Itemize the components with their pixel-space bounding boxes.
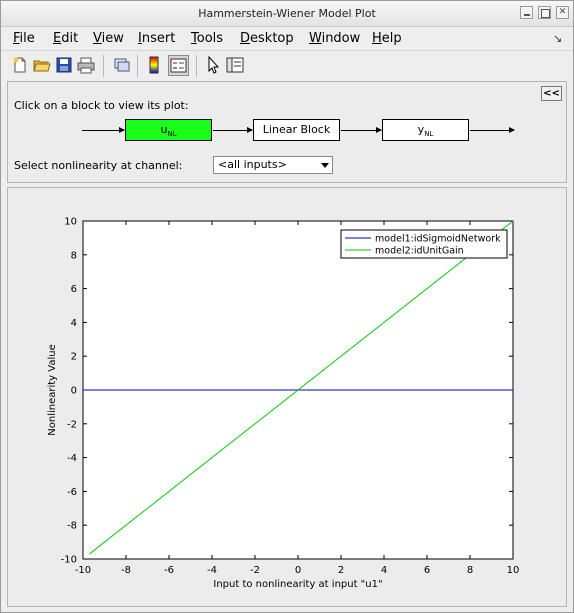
collapse-panel-button[interactable]: << [541, 86, 562, 101]
window-title: Hammerstein-Wiener Model Plot [198, 7, 376, 20]
x-tick-label: -8 [121, 565, 131, 576]
colorbar-icon[interactable] [145, 56, 163, 74]
input-nonlinearity-block[interactable]: uNL [125, 119, 212, 141]
chevron-down-icon [321, 163, 329, 168]
y-tick-label: 0 [71, 386, 77, 397]
property-editor-icon[interactable] [226, 56, 244, 74]
menu-edit[interactable]: Edit [53, 31, 78, 46]
x-tick-label: -6 [164, 565, 174, 576]
menu-view[interactable]: View [93, 31, 124, 46]
x-tick-label: 2 [338, 565, 344, 576]
x-tick-label: -10 [75, 565, 91, 576]
toolbar-separator [196, 55, 197, 77]
menu-tools[interactable]: Tools [191, 31, 223, 46]
print-icon[interactable] [77, 56, 95, 74]
figure-window: Hammerstein-Wiener Model Plot ✕ File Edi… [0, 0, 574, 613]
y-tick-label: -10 [61, 555, 77, 566]
y-tick-label: 2 [71, 352, 77, 363]
open-file-icon[interactable] [33, 56, 51, 74]
connector-arrow [213, 127, 253, 133]
connector-arrow [341, 127, 382, 133]
block-selector-panel: << Click on a block to view its plot: uN… [7, 81, 567, 183]
y-tick-label: -6 [67, 487, 77, 498]
x-axis-label: Input to nonlinearity at input "u1" [213, 579, 382, 590]
x-tick-label: 4 [381, 565, 387, 576]
menu-help[interactable]: Help [372, 31, 402, 46]
nonlinearity-chart[interactable]: -10 -8 -6 -4 -2 0 2 4 6 8 10 10 8 6 4 2 0 -2 -4 -6 -8 -10 Inpu… [8, 188, 568, 608]
close-button[interactable]: ✕ [556, 6, 569, 19]
toolbar [1, 50, 573, 80]
legend-entry-1: model1:idSigmoidNetwork [375, 234, 501, 245]
y-tick-label: 8 [71, 250, 77, 261]
output-nonlinearity-block[interactable]: yNL [382, 119, 469, 141]
x-tick-label: 0 [295, 565, 301, 576]
channel-select-value: <all inputs> [218, 158, 287, 171]
save-icon[interactable] [55, 56, 73, 74]
menu-file[interactable]: File [13, 31, 35, 46]
channel-select[interactable]: <all inputs> [213, 156, 333, 174]
y-axis-label: Nonlinearity Value [47, 344, 58, 435]
y-tick-label: -2 [67, 419, 77, 430]
input-arrow [82, 127, 125, 133]
new-figure-icon[interactable] [11, 56, 29, 74]
x-tick-label: 6 [424, 565, 430, 576]
minimize-button[interactable] [520, 6, 533, 19]
channel-select-label: Select nonlinearity at channel: [14, 159, 183, 172]
linear-block[interactable]: Linear Block [253, 119, 340, 141]
plot-area: -10 -8 -6 -4 -2 0 2 4 6 8 10 10 8 6 4 2 0 -2 -4 -6 -8 -10 Inpu… [7, 187, 567, 607]
dock-arrow-icon[interactable]: ↘ [553, 32, 562, 45]
title-bar[interactable]: Hammerstein-Wiener Model Plot ✕ [1, 1, 573, 27]
output-arrow [470, 127, 515, 133]
select-arrow-icon[interactable] [204, 56, 222, 74]
x-tick-label: -2 [250, 565, 260, 576]
menu-insert[interactable]: Insert [138, 31, 175, 46]
legend-icon[interactable] [168, 55, 189, 76]
menu-desktop[interactable]: Desktop [240, 31, 294, 46]
x-tick-label: -4 [207, 565, 217, 576]
maximize-button[interactable] [538, 6, 551, 19]
y-tick-label: -4 [67, 453, 77, 464]
legend-entry-2: model2:idUnitGain [375, 246, 464, 257]
toolbar-separator [103, 55, 104, 77]
menu-bar: File Edit View Insert Tools Desktop Wind… [1, 28, 573, 50]
x-tick-label: 10 [507, 565, 520, 576]
menu-window[interactable]: Window [309, 31, 360, 46]
block-hint-text: Click on a block to view its plot: [14, 99, 189, 112]
y-tick-label: -8 [67, 521, 77, 532]
y-tick-label: 10 [64, 217, 77, 228]
link-plot-icon[interactable] [113, 56, 131, 74]
toolbar-separator [137, 55, 138, 77]
y-tick-label: 4 [71, 318, 77, 329]
y-tick-label: 6 [71, 284, 77, 295]
x-tick-label: 8 [467, 565, 473, 576]
